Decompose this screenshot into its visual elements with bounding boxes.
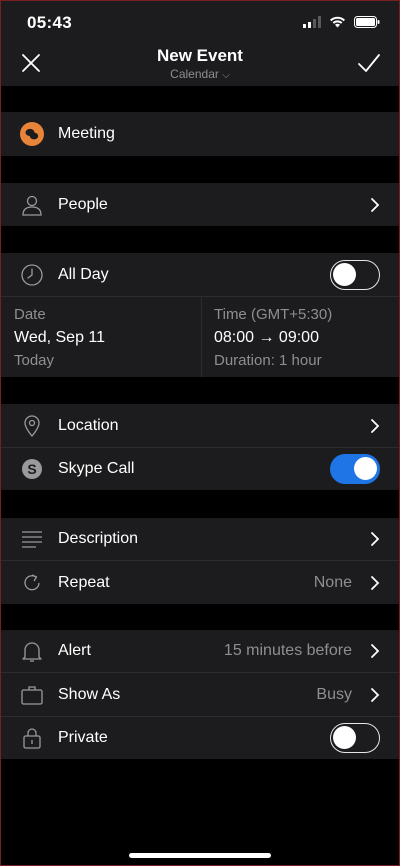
page-title: New Event bbox=[157, 46, 243, 65]
calendar-selector[interactable]: Calendar ⌵ bbox=[0, 67, 400, 81]
date-value: Wed, Sep 11 bbox=[14, 329, 106, 346]
lock-icon bbox=[18, 724, 46, 752]
chevron-right-icon bbox=[371, 687, 380, 702]
alert-row[interactable]: Alert 15 minutes before bbox=[0, 630, 400, 672]
bell-icon bbox=[18, 637, 46, 665]
lines-icon bbox=[18, 525, 46, 553]
skype-call-label: Skype Call bbox=[58, 460, 135, 477]
time-value: 08:00 → 09:00 bbox=[214, 329, 319, 346]
skype-icon: S bbox=[18, 455, 46, 483]
meeting-row[interactable]: Meeting bbox=[0, 112, 400, 156]
time-label: Time (GMT+5:30) bbox=[214, 306, 333, 323]
status-time: 05:43 bbox=[27, 13, 72, 32]
briefcase-icon bbox=[18, 681, 46, 709]
skype-call-toggle[interactable] bbox=[330, 454, 380, 484]
repeat-label: Repeat bbox=[58, 573, 110, 591]
alert-label: Alert bbox=[58, 642, 91, 659]
location-pin-icon bbox=[18, 412, 46, 440]
calendar-name: Calendar bbox=[170, 67, 219, 81]
meeting-title: Meeting bbox=[58, 125, 115, 142]
chevron-right-icon bbox=[371, 418, 380, 433]
battery-icon bbox=[354, 16, 380, 28]
clock-icon bbox=[18, 261, 46, 289]
signal-icon bbox=[303, 16, 321, 28]
person-icon bbox=[18, 191, 46, 219]
people-label: People bbox=[58, 195, 108, 213]
repeat-icon bbox=[18, 569, 46, 597]
status-icons bbox=[303, 16, 380, 28]
duration-text: Duration: 1 hour bbox=[214, 352, 322, 369]
show-as-label: Show As bbox=[58, 685, 121, 703]
skype-call-row: S Skype Call bbox=[0, 448, 400, 490]
chevron-right-icon bbox=[371, 197, 380, 212]
chevron-right-icon bbox=[371, 644, 380, 658]
alert-value: 15 minutes before bbox=[223, 642, 352, 659]
all-day-row: All Day bbox=[0, 253, 400, 296]
toggle-knob bbox=[354, 457, 377, 480]
date-label: Date bbox=[14, 306, 46, 323]
show-as-value: Busy bbox=[316, 685, 352, 703]
date-note: Today bbox=[14, 352, 55, 369]
description-row[interactable]: Description bbox=[0, 518, 400, 560]
chevron-right-icon bbox=[371, 532, 380, 546]
chevron-down-icon: ⌵ bbox=[222, 70, 230, 81]
vertical-divider bbox=[201, 297, 202, 377]
date-time-panel: Date Wed, Sep 11 Today Time (GMT+5:30) 0… bbox=[0, 297, 400, 377]
toggle-knob bbox=[333, 262, 356, 286]
home-indicator[interactable] bbox=[129, 853, 271, 858]
private-row: Private bbox=[0, 717, 400, 759]
toggle-knob bbox=[333, 726, 356, 749]
save-check-icon[interactable] bbox=[357, 52, 381, 74]
wifi-icon bbox=[330, 16, 345, 28]
status-bar: 05:43 bbox=[0, 0, 400, 44]
people-row[interactable]: People bbox=[0, 183, 400, 226]
nav-bar: New Event Calendar ⌵ bbox=[0, 44, 400, 86]
location-row[interactable]: Location bbox=[0, 404, 400, 447]
location-label: Location bbox=[58, 416, 119, 434]
private-toggle[interactable] bbox=[330, 723, 380, 753]
chevron-right-icon bbox=[371, 575, 380, 590]
meeting-bubble-icon bbox=[18, 120, 46, 148]
show-as-row[interactable]: Show As Busy bbox=[0, 673, 400, 716]
svg-text:S: S bbox=[27, 461, 36, 477]
description-label: Description bbox=[58, 530, 139, 547]
private-label: Private bbox=[58, 729, 108, 746]
all-day-label: All Day bbox=[58, 265, 109, 283]
repeat-row[interactable]: Repeat None bbox=[0, 561, 400, 604]
all-day-toggle[interactable] bbox=[330, 259, 380, 290]
repeat-value: None bbox=[313, 573, 352, 591]
